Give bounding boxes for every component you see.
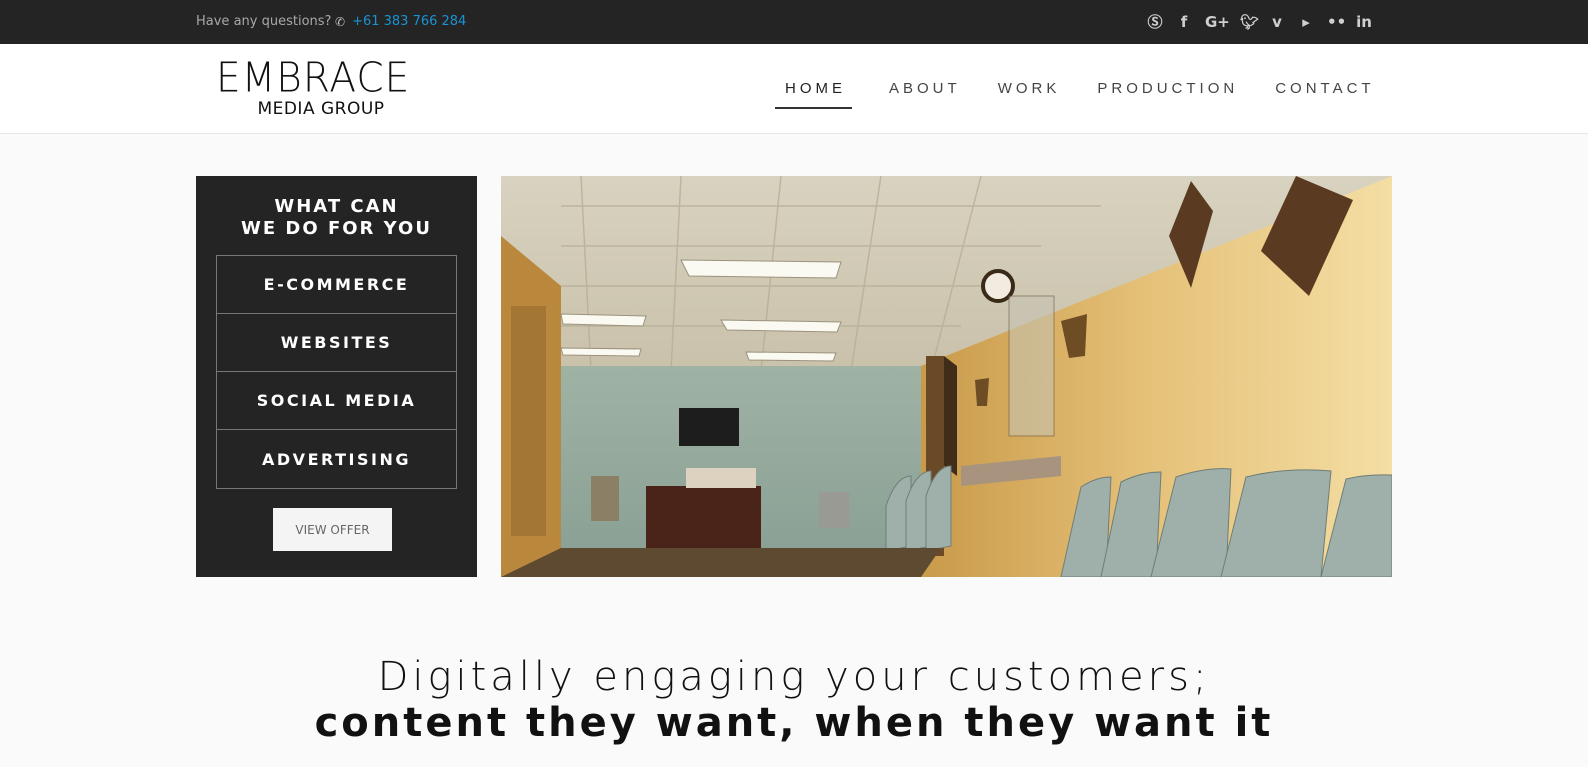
nav-home[interactable]: HOME bbox=[775, 80, 852, 109]
services-title-line1: WHAT CAN bbox=[274, 196, 399, 217]
headline-line2: content they want, when they want it bbox=[314, 700, 1274, 746]
main-nav: HOME ABOUT WORK PRODUCTION CONTACT bbox=[775, 80, 1412, 109]
nav-work[interactable]: WORK bbox=[998, 80, 1061, 109]
service-social-media[interactable]: SOCIAL MEDIA bbox=[217, 372, 456, 430]
flickr-icon[interactable]: •• bbox=[1327, 12, 1346, 32]
phone-number: +61 383 766 284 bbox=[352, 14, 467, 29]
logo[interactable]: EMBRACE MEDIA GROUP bbox=[216, 54, 426, 119]
phone-icon: ✆ bbox=[335, 14, 346, 29]
nav-production[interactable]: PRODUCTION bbox=[1097, 80, 1238, 109]
nav-about[interactable]: ABOUT bbox=[889, 80, 961, 109]
service-advertising[interactable]: ADVERTISING bbox=[217, 430, 456, 488]
services-list: E-COMMERCE WEBSITES SOCIAL MEDIA ADVERTI… bbox=[216, 255, 457, 489]
skype-icon[interactable]: Ⓢ bbox=[1147, 12, 1163, 32]
services-title-line2: WE DO FOR YOU bbox=[241, 218, 432, 239]
headline-line1: Digitally engaging your customers; bbox=[377, 654, 1211, 700]
services-panel: WHAT CAN WE DO FOR YOU E-COMMERCE WEBSIT… bbox=[196, 176, 477, 577]
office-waiting-room-photo bbox=[501, 176, 1392, 577]
vimeo-icon[interactable]: v bbox=[1269, 12, 1285, 32]
site-header: EMBRACE MEDIA GROUP HOME ABOUT WORK PROD… bbox=[0, 44, 1588, 134]
google-plus-icon[interactable]: G+ bbox=[1205, 12, 1230, 32]
youtube-icon[interactable]: ▸ bbox=[1298, 12, 1314, 32]
services-title: WHAT CAN WE DO FOR YOU bbox=[196, 196, 477, 240]
questions-text: Have any questions? bbox=[196, 14, 332, 29]
view-offer-button[interactable]: VIEW OFFER bbox=[273, 508, 392, 551]
service-ecommerce[interactable]: E-COMMERCE bbox=[217, 256, 456, 314]
hero-headline: Digitally engaging your customers; conte… bbox=[0, 654, 1588, 746]
nav-contact[interactable]: CONTACT bbox=[1275, 80, 1374, 109]
facebook-icon[interactable]: f bbox=[1176, 12, 1192, 32]
phone-link[interactable]: ✆ +61 383 766 284 bbox=[335, 14, 466, 29]
service-websites[interactable]: WEBSITES bbox=[217, 314, 456, 372]
social-links: Ⓢ f G+ 🐦︎ v ▸ •• in bbox=[1147, 12, 1372, 32]
twitter-icon[interactable]: 🐦︎ bbox=[1240, 12, 1259, 32]
linkedin-icon[interactable]: in bbox=[1356, 12, 1372, 32]
logo-main: EMBRACE bbox=[216, 54, 411, 103]
top-bar: Have any questions? ✆ +61 383 766 284 Ⓢ … bbox=[0, 0, 1588, 44]
